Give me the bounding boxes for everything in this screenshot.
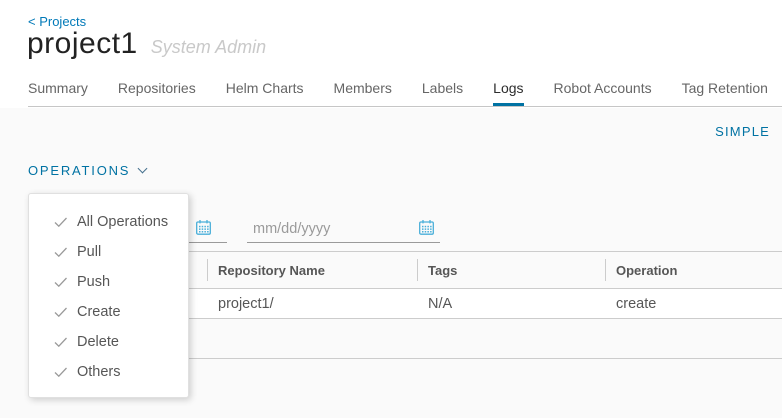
menu-item-pull[interactable]: Pull	[29, 237, 188, 267]
operations-toggle-label: OPERATIONS	[28, 163, 131, 178]
menu-item-others[interactable]: Others	[29, 357, 188, 387]
check-icon	[54, 367, 68, 378]
column-header-operation: Operation	[605, 252, 782, 288]
cell-repository-name: project1/	[218, 295, 274, 312]
check-icon	[54, 337, 68, 348]
harbor-project-logs-page: < Projects project1 System Admin Summary…	[0, 0, 782, 418]
tab-labels[interactable]: Labels	[422, 80, 463, 106]
menu-item-label: Others	[77, 364, 121, 380]
check-icon	[54, 277, 68, 288]
operations-dropdown-toggle[interactable]: OPERATIONS	[28, 163, 148, 178]
check-icon	[54, 307, 68, 318]
simple-search-toggle[interactable]: SIMPLE	[715, 124, 770, 139]
calendar-icon[interactable]	[418, 219, 435, 236]
check-icon	[54, 247, 68, 258]
menu-item-label: All Operations	[77, 214, 169, 230]
cell-tags: N/A	[428, 295, 453, 312]
operations-dropdown-menu: All Operations Pull Push Create Delete O…	[28, 193, 189, 398]
page-subtitle-role: System Admin	[150, 37, 267, 57]
menu-item-label: Delete	[77, 334, 119, 350]
check-icon	[54, 217, 68, 228]
tab-logs[interactable]: Logs	[493, 80, 524, 106]
menu-item-label: Push	[77, 274, 111, 290]
tab-repositories[interactable]: Repositories	[118, 80, 196, 106]
menu-item-all-operations[interactable]: All Operations	[29, 207, 188, 237]
column-header-tags: Tags	[417, 252, 605, 288]
date-to-input[interactable]	[247, 215, 440, 242]
tab-helm-charts[interactable]: Helm Charts	[226, 80, 304, 106]
tab-members[interactable]: Members	[334, 80, 392, 106]
menu-item-create[interactable]: Create	[29, 297, 188, 327]
project-tab-bar: Summary Repositories Helm Charts Members…	[28, 80, 782, 106]
calendar-icon[interactable]	[195, 219, 212, 236]
date-to-field	[247, 215, 440, 243]
menu-item-push[interactable]: Push	[29, 267, 188, 297]
title-row: project1 System Admin	[27, 27, 266, 61]
menu-item-delete[interactable]: Delete	[29, 327, 188, 357]
tab-bar-divider	[28, 106, 782, 107]
page-title: project1	[27, 27, 138, 60]
cell-operation: create	[616, 295, 657, 312]
tab-summary[interactable]: Summary	[28, 80, 88, 106]
column-header-repository-name: Repository Name	[207, 252, 417, 288]
menu-item-label: Create	[77, 304, 121, 320]
tab-robot-accounts[interactable]: Robot Accounts	[554, 80, 652, 106]
chevron-down-icon	[137, 163, 148, 174]
menu-item-label: Pull	[77, 244, 102, 260]
tab-tag-retention[interactable]: Tag Retention	[682, 80, 768, 106]
